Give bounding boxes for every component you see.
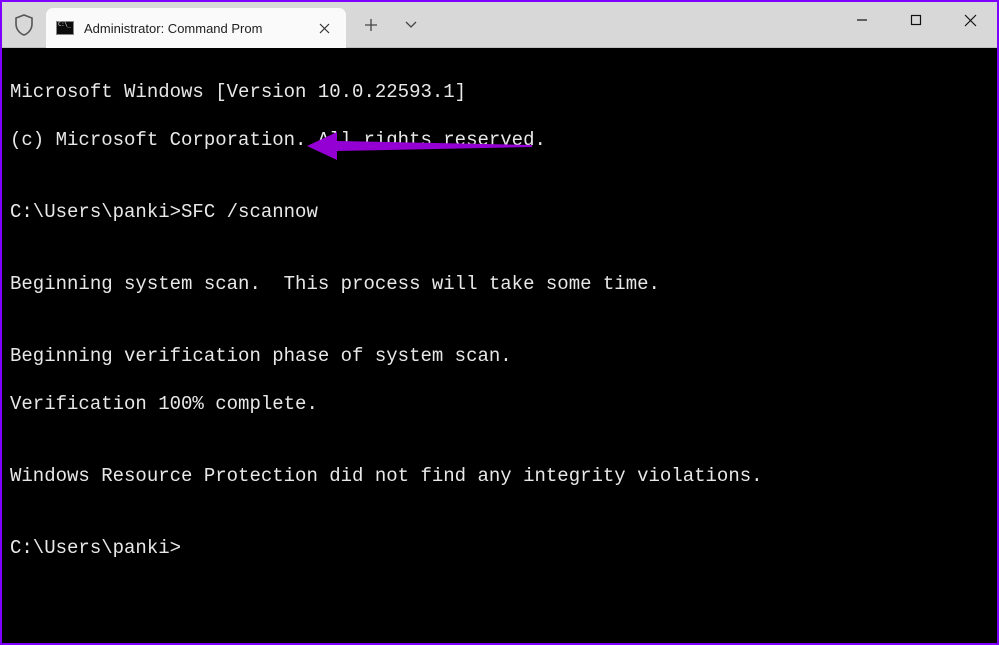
terminal-line: (c) Microsoft Corporation. All rights re… [10, 128, 989, 152]
terminal-line: C:\Users\panki>SFC /scannow [10, 200, 989, 224]
maximize-icon [910, 14, 922, 26]
terminal-line: Beginning system scan. This process will… [10, 272, 989, 296]
tab-actions [346, 2, 428, 48]
minimize-icon [856, 14, 868, 26]
active-tab[interactable]: Administrator: Command Prom [46, 8, 346, 48]
cmd-icon [56, 21, 74, 35]
close-icon [964, 14, 977, 27]
terminal-line: Microsoft Windows [Version 10.0.22593.1] [10, 80, 989, 104]
maximize-button[interactable] [889, 2, 943, 38]
terminal-line: Beginning verification phase of system s… [10, 344, 989, 368]
window-close-button[interactable] [943, 2, 997, 38]
titlebar[interactable]: Administrator: Command Prom [2, 2, 997, 48]
plus-icon [364, 18, 378, 32]
shield-icon [14, 14, 34, 36]
tab-close-button[interactable] [312, 16, 336, 40]
terminal-line: Verification 100% complete. [10, 392, 989, 416]
tab-title: Administrator: Command Prom [84, 21, 262, 36]
close-icon [319, 23, 330, 34]
new-tab-button[interactable] [354, 8, 388, 42]
terminal-line: C:\Users\panki> [10, 536, 989, 560]
terminal-line: Windows Resource Protection did not find… [10, 464, 989, 488]
window-controls [835, 2, 997, 48]
terminal-window: Administrator: Command Prom [2, 2, 997, 643]
minimize-button[interactable] [835, 2, 889, 38]
terminal-output[interactable]: Microsoft Windows [Version 10.0.22593.1]… [2, 48, 997, 643]
command-text: SFC /scannow [181, 201, 318, 223]
prompt: C:\Users\panki> [10, 201, 181, 223]
prompt: C:\Users\panki> [10, 537, 181, 559]
chevron-down-icon [404, 20, 418, 30]
app-security-indicator [2, 2, 46, 48]
tab-dropdown-button[interactable] [394, 8, 428, 42]
